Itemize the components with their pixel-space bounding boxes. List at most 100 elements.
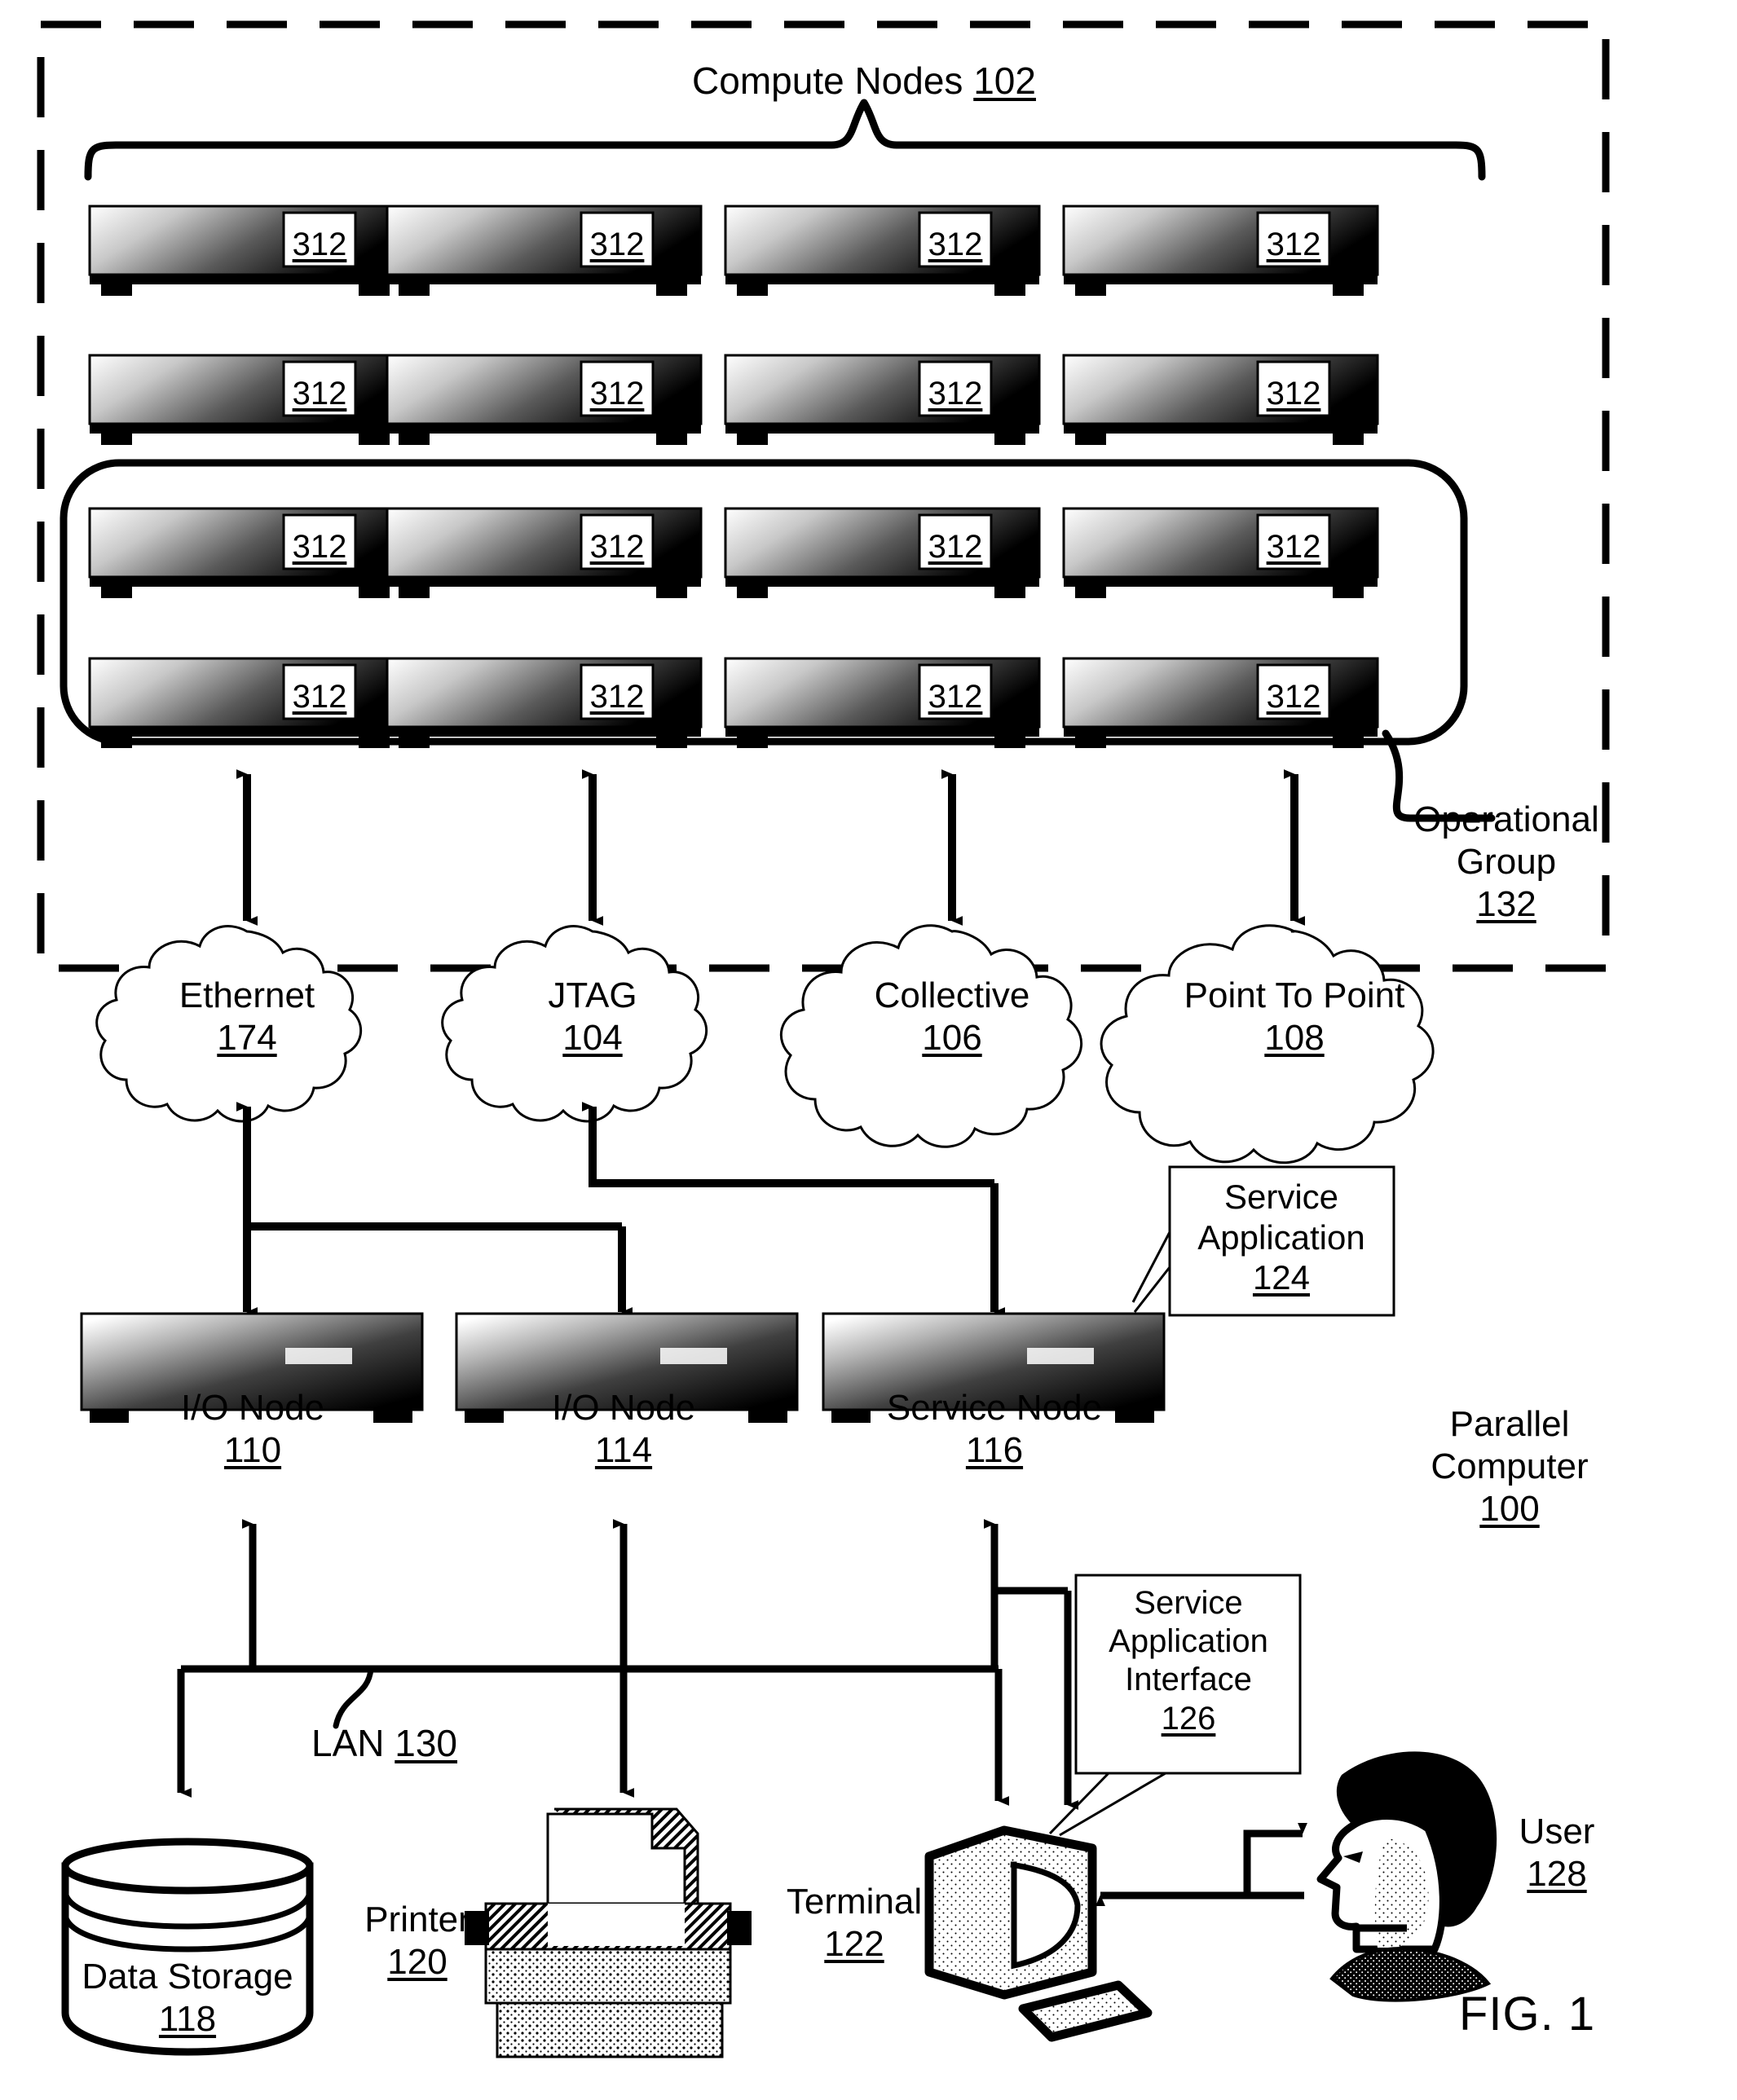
io-node-110-label: I/O Node 110 [181,1387,324,1472]
figure-label: FIG. 1 [1459,1988,1596,2041]
node-name: I/O Node [180,1388,325,1428]
compute-node-ref: 312 [589,529,645,565]
printer-name: Printer [364,1900,470,1939]
lan-name: LAN [311,1722,385,1764]
service-application-ref: 124 [1252,1258,1311,1297]
compute-node-ref: 312 [1266,679,1321,715]
group-to-network-arrows [236,769,1306,926]
parallel-computer-ref: 100 [1479,1488,1540,1529]
node-ref: 114 [594,1429,653,1470]
compute-node-ref: 312 [292,529,347,565]
operational-group-line1: Operational [1413,799,1599,839]
network-name: JTAG [548,975,637,1015]
compute-node-ref: 312 [292,679,347,715]
compute-node-ref: 312 [589,679,645,715]
compute-node-ref: 312 [1266,376,1321,412]
compute-node [386,657,703,748]
parallel-computer-label: Parallel Computer 100 [1431,1403,1588,1530]
lan-to-node-arrows [241,1519,999,1669]
compute-node-ref: 312 [928,227,983,262]
compute-node-ref: 312 [1266,227,1321,262]
user-label: User 128 [1519,1811,1595,1895]
node-name: Service Node [886,1388,1103,1428]
compute-node [724,507,1041,598]
network-ref: 108 [1264,1017,1325,1058]
compute-node-row [88,205,1379,296]
compute-node-ref: 312 [589,376,645,412]
compute-nodes-brace [84,99,1486,181]
service-node-116-label: Service Node 116 [887,1387,1102,1472]
user-icon [1316,1751,1497,2002]
compute-node-ref: 312 [928,679,983,715]
compute-node-ref: 312 [589,227,645,262]
terminal-icon [924,1825,1153,2042]
terminal-ref: 122 [824,1923,884,1964]
data-storage-ref: 118 [158,1998,217,2039]
printer-label: Printer 120 [364,1899,470,1983]
compute-nodes-heading: Compute Nodes 102 [692,59,1036,102]
compute-node [1062,354,1379,445]
compute-node [386,354,703,445]
lan-label: LAN 130 [311,1721,457,1765]
compute-nodes-ref: 102 [973,59,1036,102]
sai-line2: Application [1109,1623,1268,1660]
user-name: User [1519,1812,1595,1851]
parallel-computer-line1: Parallel [1449,1404,1570,1444]
sai-line1: Service [1134,1585,1243,1621]
terminal-name: Terminal [786,1882,923,1922]
operational-group-label: Operational Group 132 [1413,799,1598,926]
user-ref: 128 [1527,1853,1587,1894]
compute-node [88,354,405,445]
compute-node-row [88,657,1379,748]
compute-node-ref: 312 [928,376,983,412]
compute-node-ref: 312 [292,227,347,262]
terminal-arrows [1096,1822,1307,1907]
node-ref: 110 [223,1429,282,1470]
compute-node [1062,205,1379,296]
network-label-collective: Collective 106 [875,975,1030,1059]
printer-icon [465,1807,752,2058]
compute-node-row [88,507,1379,598]
compute-node [724,657,1041,748]
lan-ref: 130 [395,1722,458,1764]
service-application-label: Service Application 124 [1197,1177,1364,1298]
network-label-point-to-point: Point To Point 108 [1184,975,1405,1059]
parallel-computer-boundary [37,20,1610,972]
compute-node [386,507,703,598]
compute-node [88,657,405,748]
service-application-interface-label: Service Application Interface 126 [1109,1584,1268,1738]
compute-node [88,205,405,296]
operational-group-ref: 132 [1476,883,1536,924]
data-storage-name: Data Storage [82,1957,293,1997]
compute-node-row [88,354,1379,445]
compute-node [1062,507,1379,598]
terminal-label: Terminal 122 [787,1881,922,1966]
patent-figure-1: Compute Nodes 102 312 312 312 312 312 31… [0,0,1737,2100]
network-ref: 104 [562,1017,623,1058]
network-label-ethernet: Ethernet 174 [179,975,315,1059]
network-name: Ethernet [179,975,315,1015]
data-storage-label: Data Storage 118 [82,1956,293,2041]
printer-ref: 120 [387,1941,447,1982]
sai-line3: Interface [1125,1662,1252,1698]
compute-node [724,354,1041,445]
compute-node [1062,657,1379,748]
compute-node-ref: 312 [928,529,983,565]
service-application-line1: Service [1223,1178,1339,1216]
compute-node-ref: 312 [1266,529,1321,565]
network-ref: 174 [217,1017,277,1058]
compute-node-ref: 312 [292,376,347,412]
node-name: I/O Node [551,1388,696,1428]
network-name: Collective [874,975,1030,1015]
lan-bus [177,1665,1010,1806]
io-node-114-label: I/O Node 114 [552,1387,695,1472]
network-label-jtag: JTAG 104 [548,975,637,1059]
network-ref: 106 [922,1017,982,1058]
node-ref: 116 [965,1429,1024,1470]
network-name: Point To Point [1184,975,1405,1015]
service-application-line2: Application [1197,1217,1365,1257]
sai-ref: 126 [1161,1700,1216,1737]
compute-node [88,507,405,598]
compute-node [386,205,703,296]
operational-group-line2: Group [1456,841,1557,882]
